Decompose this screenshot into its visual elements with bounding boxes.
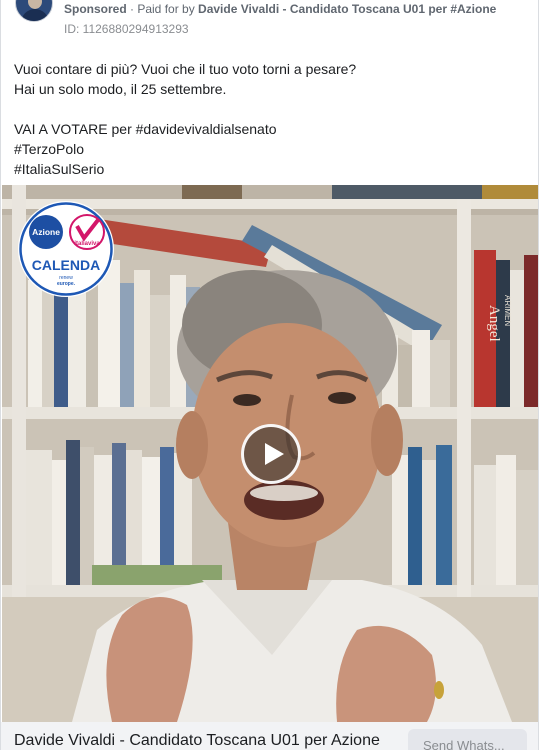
paid-for-prefix: · Paid for by — [126, 2, 199, 16]
footer-title[interactable]: Davide Vivaldi - Candidato Toscana U01 p… — [14, 732, 380, 750]
post-line: Vuoi contare di più? Vuoi che il tuo vot… — [14, 61, 357, 77]
sponsored-label: Sponsored — [64, 2, 127, 16]
advertiser-name[interactable]: Davide Vivaldi - Candidato Toscana U01 p… — [198, 2, 496, 16]
post-line: #ItaliaSulSerio — [14, 161, 105, 177]
book-spine-text: Angel — [486, 305, 502, 342]
post-line: #TerzoPolo — [14, 141, 85, 157]
avatar[interactable] — [15, 0, 53, 22]
play-icon[interactable] — [241, 424, 301, 484]
post-line: Hai un solo modo, il 25 settembre. — [14, 81, 227, 97]
book-spine-text-small: ARIMEN — [503, 295, 512, 326]
logo-calenda-text: CALENDA — [32, 257, 100, 273]
logo-azione-text: Azione — [32, 227, 60, 237]
post-text: Vuoi contare di più? Vuoi che il tuo vot… — [14, 59, 524, 179]
logo-italiaviva-text: italiaviva — [74, 241, 100, 247]
logo-slogan-line2: europe. — [57, 281, 76, 287]
video-player[interactable]: Angel ARIMEN Azione italiaviva CALENDA r… — [2, 185, 538, 722]
ad-header: Sponsored · Paid for by Davide Vivaldi -… — [1, 0, 538, 42]
ad-meta-line: Sponsored · Paid for by Davide Vivaldi -… — [64, 2, 496, 16]
ad-footer[interactable]: Davide Vivaldi - Candidato Toscana U01 p… — [1, 722, 538, 750]
ad-id: ID: 1126880294913293 — [64, 22, 189, 36]
party-logo: Azione italiaviva CALENDA renew europe. — [18, 201, 114, 297]
send-whatsapp-button[interactable]: Send Whats... — [408, 729, 527, 750]
post-line: VAI A VOTARE per #davidevivaldialsenato — [14, 121, 277, 137]
more-options-icon[interactable] — [498, 0, 520, 6]
ad-card: Sponsored · Paid for by Davide Vivaldi -… — [0, 0, 539, 750]
